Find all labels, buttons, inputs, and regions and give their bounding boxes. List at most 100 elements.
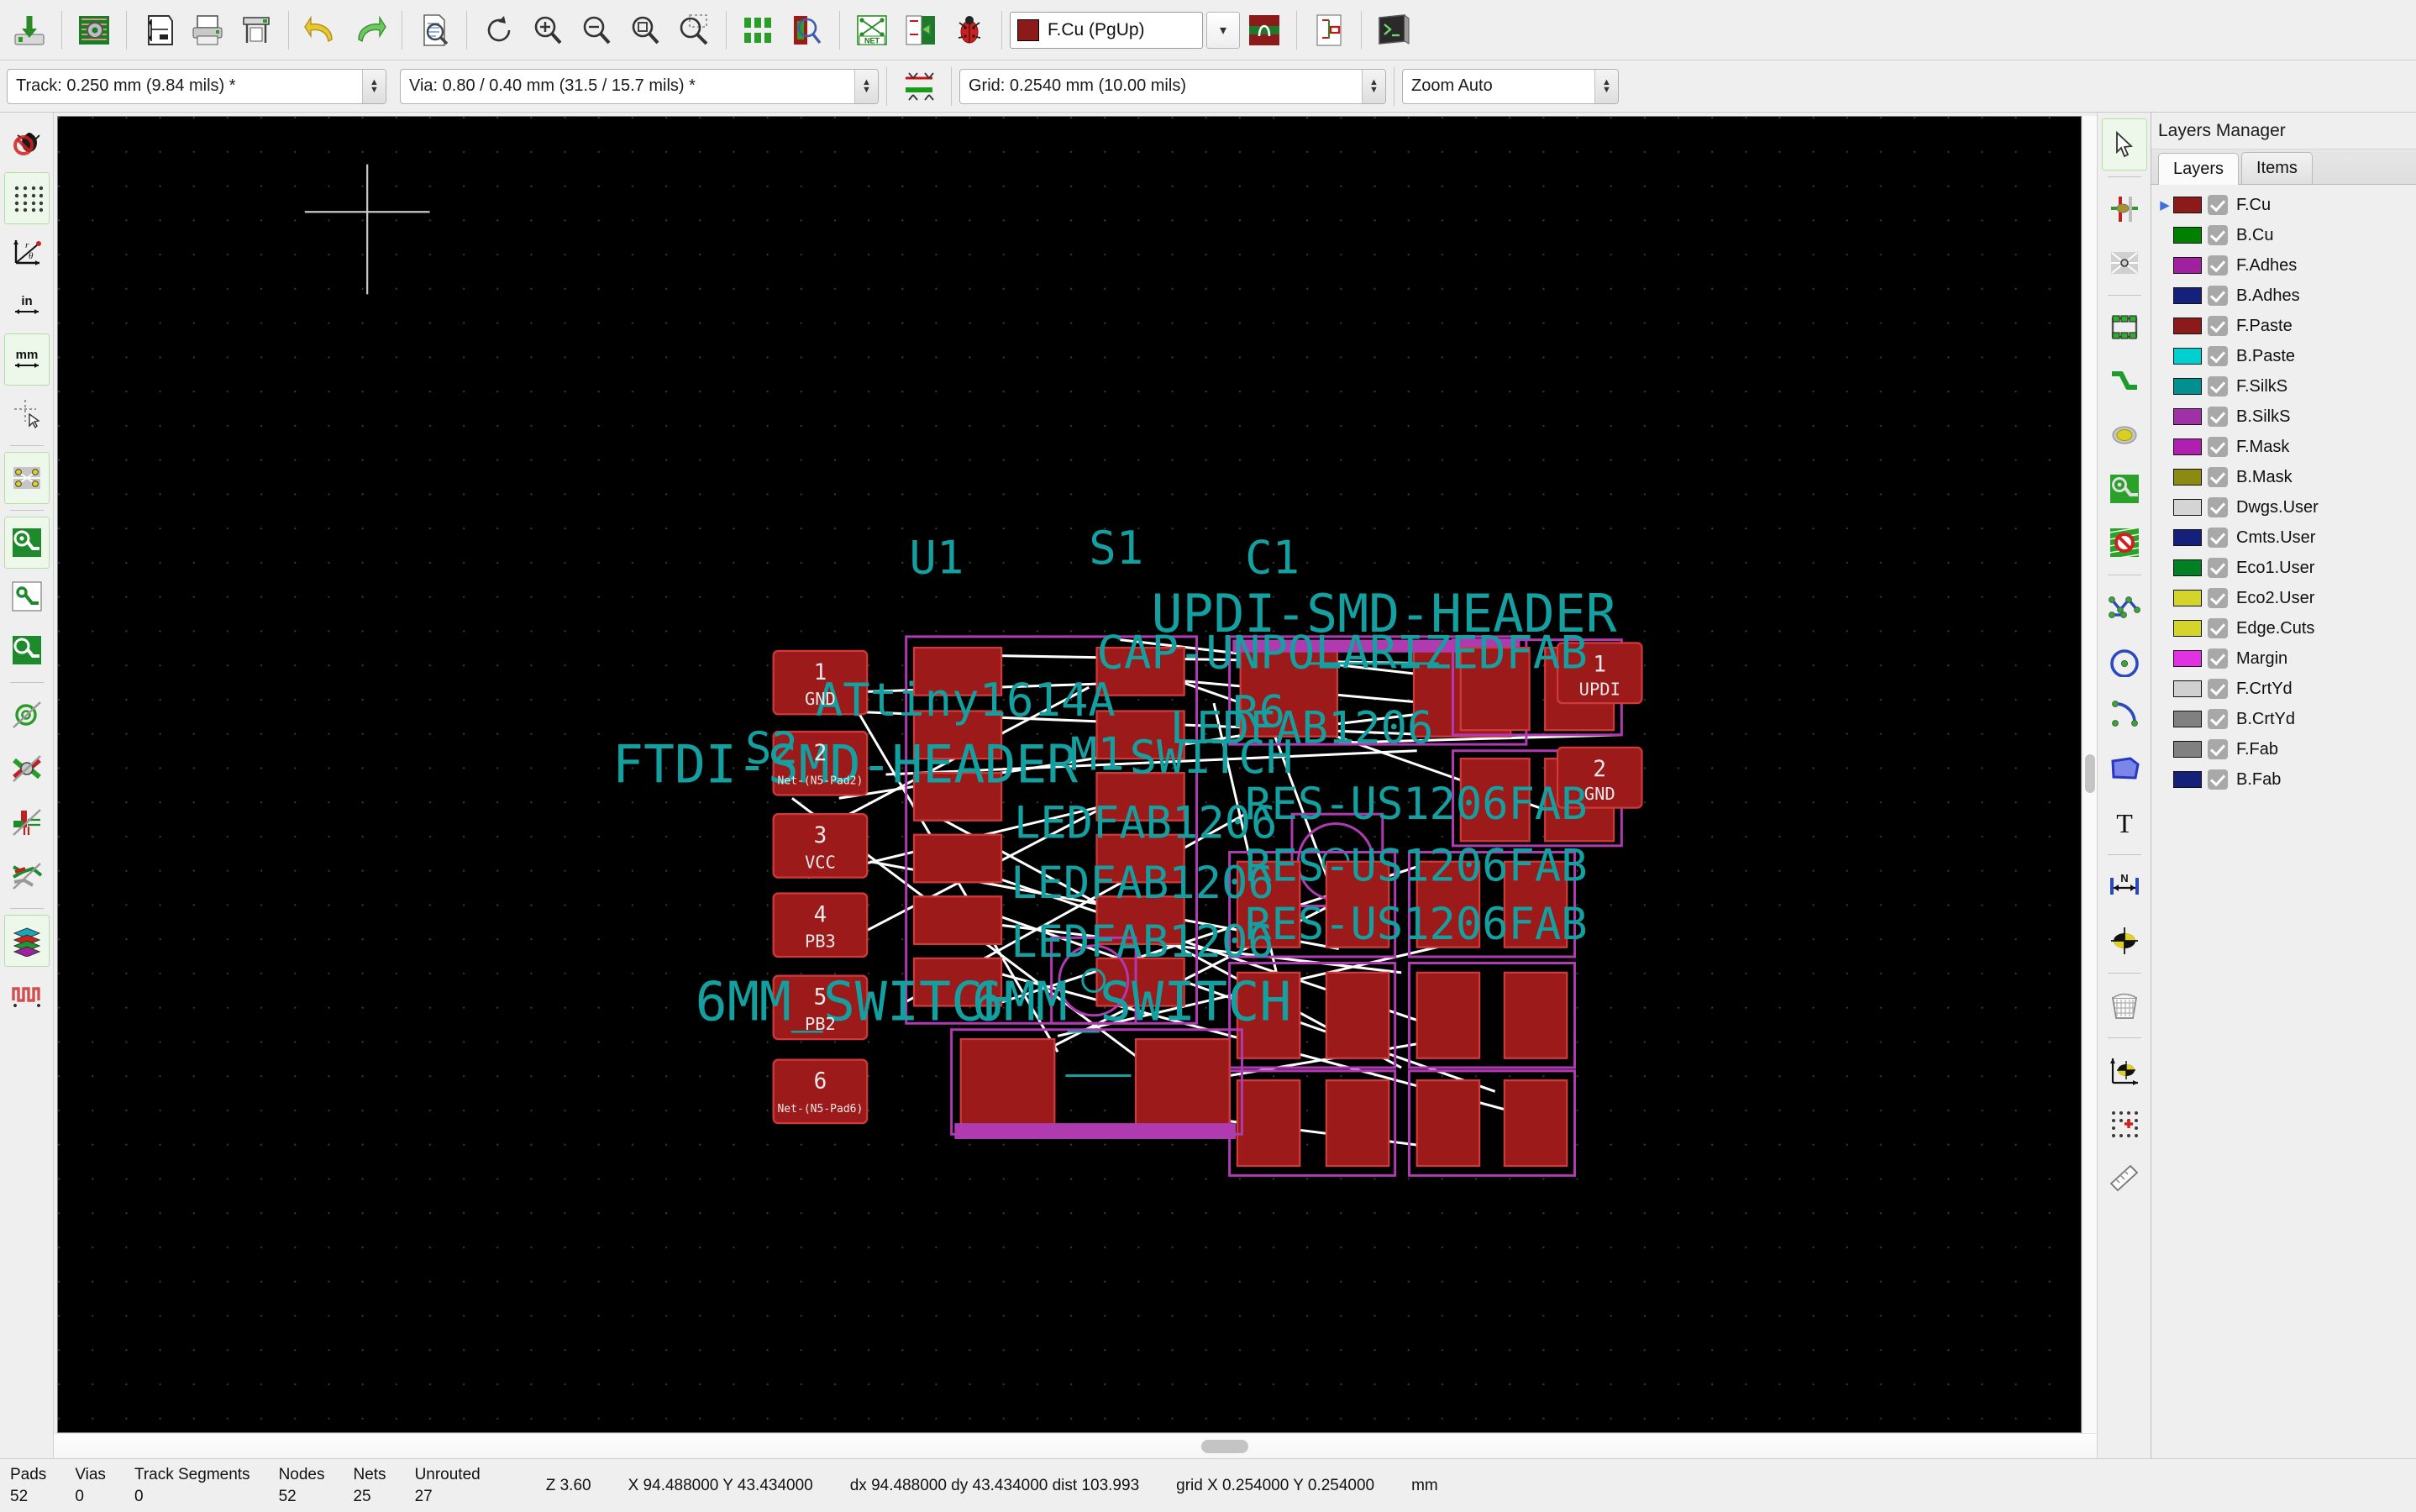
layer-color-swatch[interactable] bbox=[2173, 197, 2202, 213]
layer-row[interactable]: ▶F.Fab bbox=[2151, 734, 2416, 764]
layer-color-swatch[interactable] bbox=[2173, 469, 2202, 486]
tab-layers[interactable]: Layers bbox=[2158, 153, 2240, 185]
vias-sketch-toggle[interactable] bbox=[4, 743, 50, 795]
layer-row[interactable]: ▶B.CrtYd bbox=[2151, 704, 2416, 734]
track-width-select[interactable]: Track: 0.250 mm (9.84 mils) * ▲ ▼ bbox=[7, 68, 386, 104]
netlist-button[interactable]: NET bbox=[848, 7, 895, 54]
zoom-area-button[interactable] bbox=[670, 7, 717, 54]
draw-arc-tool[interactable] bbox=[2102, 689, 2147, 741]
route-track-tool[interactable] bbox=[2102, 355, 2147, 407]
chevron-down-icon[interactable]: ▾ bbox=[1206, 11, 1240, 49]
page-settings-button[interactable] bbox=[135, 7, 182, 54]
layer-visibility-checkbox[interactable] bbox=[2208, 467, 2228, 487]
highlight-net-tool[interactable] bbox=[2102, 237, 2147, 289]
units-inches-button[interactable]: in bbox=[4, 280, 50, 332]
active-layer-selector[interactable]: F.Cu (PgUp) bbox=[1010, 11, 1203, 49]
redo-button[interactable] bbox=[346, 7, 393, 54]
zone-outline-button[interactable] bbox=[4, 570, 50, 622]
layer-visibility-checkbox[interactable] bbox=[2208, 709, 2228, 729]
drc-button[interactable] bbox=[946, 7, 993, 54]
layer-color-swatch[interactable] bbox=[2173, 771, 2202, 788]
zoom-spinner[interactable]: ▲ ▼ bbox=[1594, 69, 1618, 103]
graphics-sketch-toggle[interactable] bbox=[4, 850, 50, 902]
zone-sketch-button[interactable] bbox=[4, 624, 50, 676]
drill-origin-tool[interactable] bbox=[2102, 915, 2147, 967]
add-text-tool[interactable]: T bbox=[2102, 796, 2147, 848]
tracks-sketch-toggle[interactable] bbox=[4, 796, 50, 848]
grid-spinner[interactable]: ▲ ▼ bbox=[1362, 69, 1385, 103]
print-button[interactable] bbox=[184, 7, 231, 54]
via-size-spinner[interactable]: ▲ ▼ bbox=[854, 69, 878, 103]
layer-row[interactable]: ▶B.Paste bbox=[2151, 341, 2416, 371]
show-grid-toggle[interactable] bbox=[3, 172, 50, 224]
layer-color-swatch[interactable] bbox=[2173, 680, 2202, 697]
save-board-button[interactable] bbox=[6, 7, 53, 54]
layer-color-swatch[interactable] bbox=[2173, 559, 2202, 576]
layer-color-swatch[interactable] bbox=[2173, 711, 2202, 727]
layer-visibility-checkbox[interactable] bbox=[2208, 497, 2228, 517]
select-tool[interactable] bbox=[2101, 118, 2147, 171]
layer-row[interactable]: ▶B.Fab bbox=[2151, 764, 2416, 795]
layer-row[interactable]: ▶F.Adhes bbox=[2151, 250, 2416, 281]
add-footprint-tool[interactable] bbox=[2102, 302, 2147, 354]
layer-visibility-checkbox[interactable] bbox=[2208, 316, 2228, 336]
horizontal-scroll-thumb[interactable] bbox=[1201, 1440, 1248, 1453]
auto-track-width-button[interactable] bbox=[895, 63, 943, 110]
layer-pair-button[interactable] bbox=[1241, 7, 1288, 54]
layer-row[interactable]: ▶B.SilkS bbox=[2151, 402, 2416, 432]
layer-visibility-checkbox[interactable] bbox=[2208, 286, 2228, 306]
layer-color-swatch[interactable] bbox=[2173, 650, 2202, 667]
layer-row[interactable]: ▶F.SilkS bbox=[2151, 371, 2416, 402]
layer-row[interactable]: ▶F.CrtYd bbox=[2151, 674, 2416, 704]
layer-visibility-checkbox[interactable] bbox=[2208, 648, 2228, 669]
layer-row[interactable]: ▶Eco1.User bbox=[2151, 553, 2416, 583]
layer-row[interactable]: ▶Edge.Cuts bbox=[2151, 613, 2416, 643]
vertical-scroll-thumb[interactable] bbox=[2085, 754, 2095, 793]
layer-row[interactable]: ▶ F.Cu bbox=[2151, 190, 2416, 220]
add-dimension-tool[interactable]: N bbox=[2102, 861, 2147, 913]
layer-color-swatch[interactable] bbox=[2173, 348, 2202, 365]
toggle-net-colors-button[interactable] bbox=[4, 969, 50, 1021]
layer-row[interactable]: ▶Eco2.User bbox=[2151, 583, 2416, 613]
draw-circle-tool[interactable] bbox=[2102, 635, 2147, 687]
layer-color-swatch[interactable] bbox=[2173, 741, 2202, 758]
set-origin-tool[interactable] bbox=[2102, 1044, 2147, 1096]
tab-items[interactable]: Items bbox=[2241, 152, 2313, 184]
layer-visibility-checkbox[interactable] bbox=[2208, 588, 2228, 608]
refresh-button[interactable] bbox=[475, 7, 523, 54]
highlight-net-button[interactable] bbox=[1305, 7, 1352, 54]
layer-row[interactable]: ▶B.Cu bbox=[2151, 220, 2416, 250]
pads-sketch-toggle[interactable] bbox=[4, 689, 50, 741]
undo-button[interactable] bbox=[297, 7, 344, 54]
layer-color-swatch[interactable] bbox=[2173, 257, 2202, 274]
draw-rectangle-tool[interactable] bbox=[2102, 743, 2147, 795]
layer-row[interactable]: ▶F.Mask bbox=[2151, 432, 2416, 462]
zoom-select[interactable]: Zoom Auto ▲ ▼ bbox=[1402, 68, 1619, 104]
fill-zones-button[interactable] bbox=[3, 517, 50, 569]
polar-coordinates-toggle[interactable]: r θ bbox=[4, 226, 50, 278]
canvas-vertical-scrollbar[interactable] bbox=[2082, 116, 2097, 1433]
layer-color-swatch[interactable] bbox=[2173, 620, 2202, 637]
plot-button[interactable] bbox=[233, 7, 280, 54]
layer-color-swatch[interactable] bbox=[2173, 499, 2202, 516]
layer-color-swatch[interactable] bbox=[2173, 227, 2202, 244]
layer-color-swatch[interactable] bbox=[2173, 318, 2202, 334]
drc-warnings-toggle[interactable] bbox=[4, 118, 50, 171]
high-contrast-toggle[interactable] bbox=[3, 915, 50, 967]
layer-visibility-checkbox[interactable] bbox=[2208, 255, 2228, 276]
canvas-horizontal-scrollbar[interactable] bbox=[54, 1433, 2097, 1458]
add-via-tool[interactable] bbox=[2102, 409, 2147, 461]
layer-row[interactable]: ▶Cmts.User bbox=[2151, 522, 2416, 553]
layer-color-swatch[interactable] bbox=[2173, 590, 2202, 606]
footprint-editor-button[interactable] bbox=[735, 7, 782, 54]
update-pcb-button[interactable] bbox=[897, 7, 944, 54]
zoom-out-button[interactable] bbox=[573, 7, 620, 54]
footprint-viewer-button[interactable] bbox=[784, 7, 831, 54]
layer-color-swatch[interactable] bbox=[2173, 408, 2202, 425]
add-zone-tool[interactable] bbox=[2102, 463, 2147, 515]
zoom-in-button[interactable] bbox=[524, 7, 571, 54]
layer-visibility-checkbox[interactable] bbox=[2208, 528, 2228, 548]
layer-visibility-checkbox[interactable] bbox=[2208, 346, 2228, 366]
layer-visibility-checkbox[interactable] bbox=[2208, 225, 2228, 245]
track-width-spinner[interactable]: ▲ ▼ bbox=[362, 69, 386, 103]
